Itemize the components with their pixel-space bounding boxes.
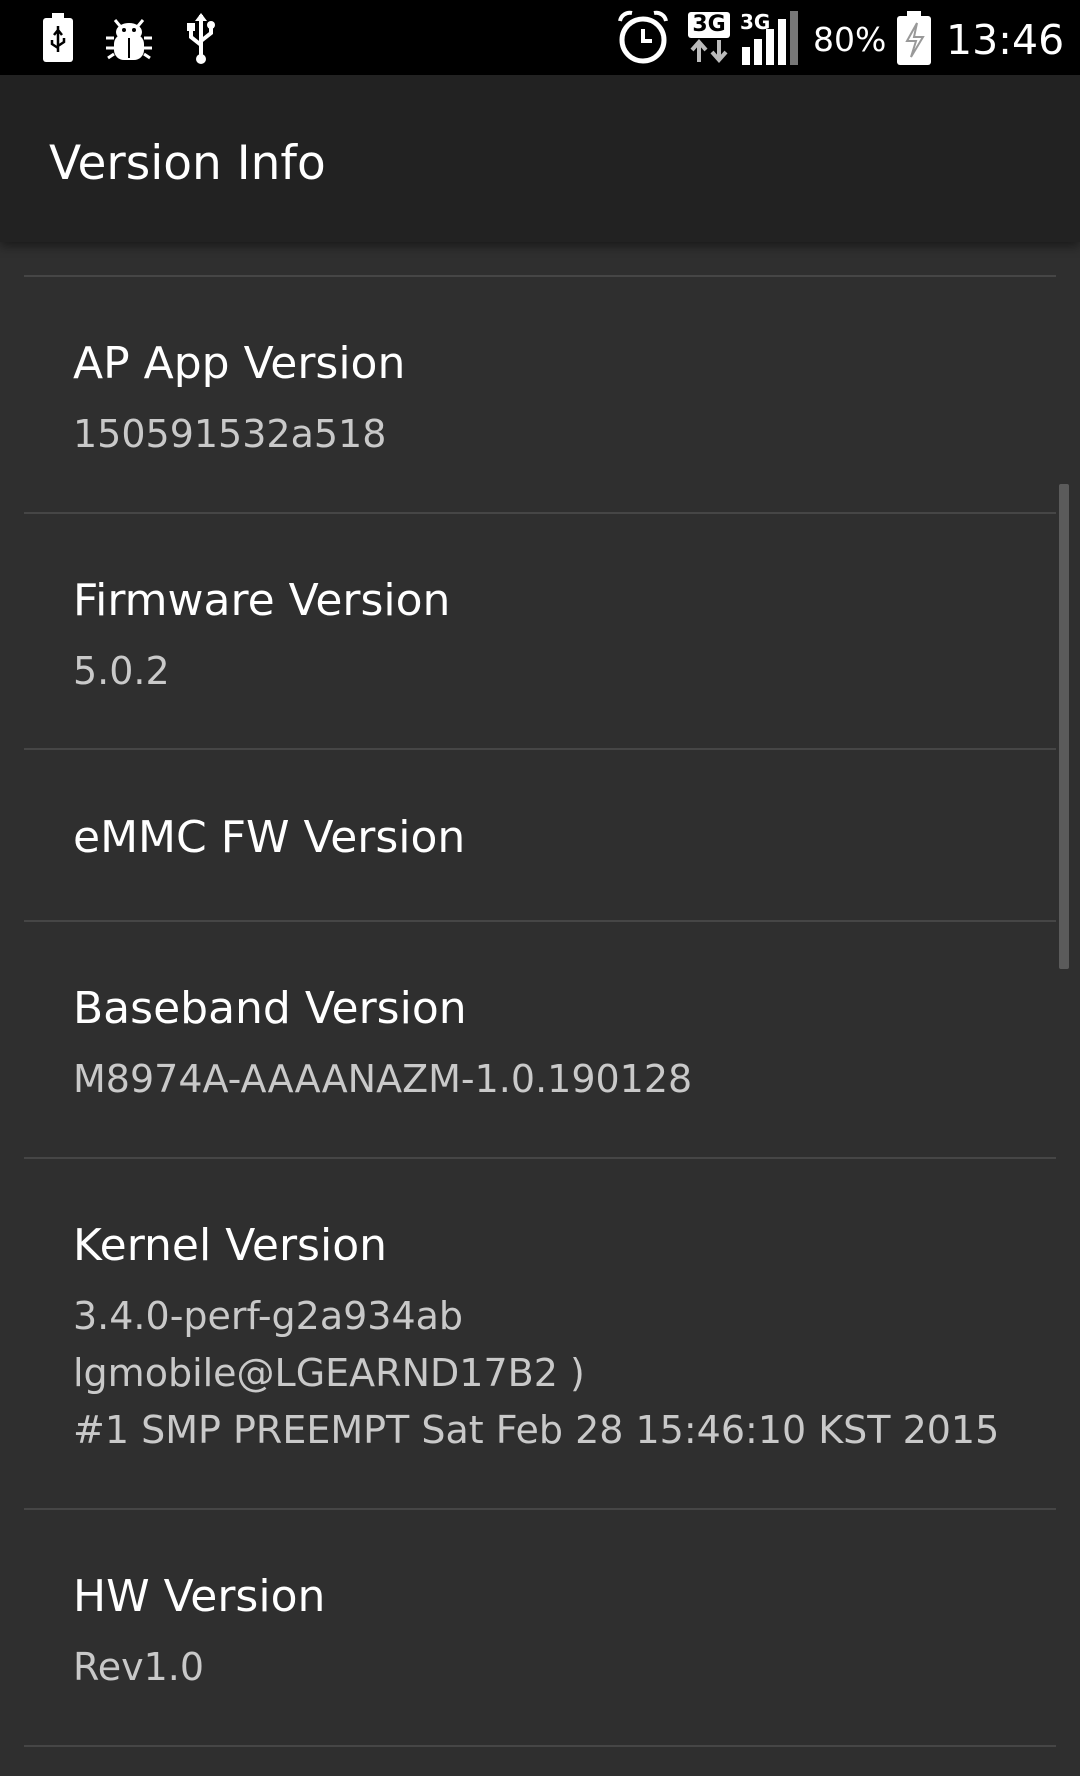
item-value: Rev1.0 [73,1645,204,1689]
item-value: 5.0.2 [73,649,170,693]
status-bar: 3G 3G 80% 13:46 [0,0,1080,75]
item-title: AP App Version [73,338,406,389]
list-item-hw-version[interactable]: HW Version Rev1.0 [0,1510,1080,1746]
signal-network-label: 3G [740,10,771,34]
item-value-line: #1 SMP PREEMPT Sat Feb 28 15:46:10 KST 2… [73,1408,1000,1452]
usb-debug-icon [38,8,78,68]
item-title: Baseband Version [73,983,467,1034]
list-item-emmc-fw-version[interactable]: eMMC FW Version [0,750,1080,921]
page-title: Version Info [49,136,326,191]
list-item-firmware-version[interactable]: Firmware Version 5.0.2 [0,514,1080,749]
item-title: Firmware Version [73,575,451,626]
network-type-label: 3G [688,12,730,38]
app-header: Version Info [0,75,1080,242]
item-title: HW Version [73,1571,326,1622]
item-title: eMMC FW Version [73,812,466,863]
item-title: Kernel Version [73,1220,388,1271]
list-item-baseband-version[interactable]: Baseband Version M8974A-AAAANAZM-1.0.190… [0,922,1080,1158]
item-value: M8974A-AAAANAZM-1.0.190128 [73,1057,693,1101]
usb-icon [183,8,219,68]
item-value-line: 3.4.0-perf-g2a934ab [73,1294,464,1338]
list-divider [24,1745,1056,1747]
battery-percent: 80% [813,20,887,59]
scrollbar[interactable] [1059,484,1069,969]
list-item-ap-app-version[interactable]: AP App Version 150591532a518 [0,277,1080,513]
battery-charging-icon [895,8,933,68]
signal-icon: 3G [740,8,804,68]
alarm-icon [614,8,672,68]
android-debug-icon [103,8,155,68]
list-item-kernel-version[interactable]: Kernel Version 3.4.0-perf-g2a934ab lgmob… [0,1159,1080,1509]
item-value: 150591532a518 [73,412,387,456]
clock: 13:46 [946,16,1065,64]
item-value-line: lgmobile@LGEARND17B2 ) [73,1351,585,1395]
3g-data-icon: 3G [685,8,733,68]
